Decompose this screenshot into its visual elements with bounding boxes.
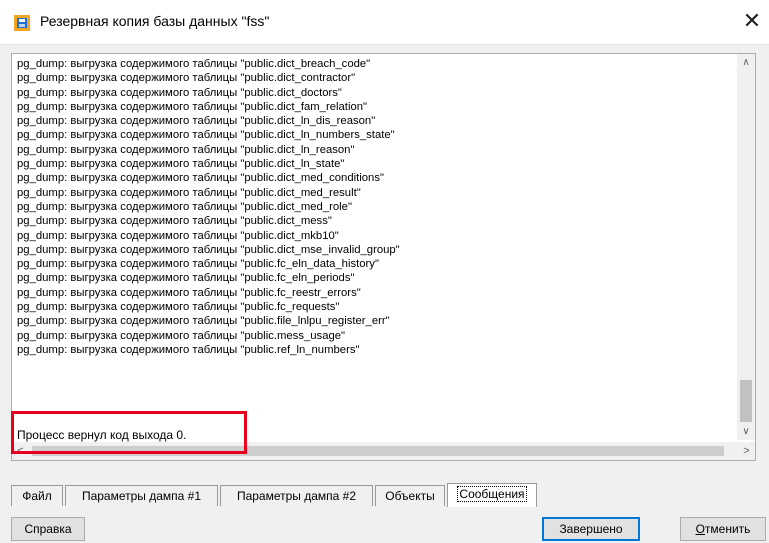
log-line: pg_dump: выгрузка содержимого таблицы "p… <box>17 186 361 199</box>
done-button[interactable]: Завершено <box>542 517 640 541</box>
database-backup-icon <box>14 15 30 31</box>
scroll-down-icon[interactable]: ∨ <box>737 423 755 440</box>
tab-label: Параметры дампа #1 <box>81 489 202 503</box>
log-lines: pg_dump: выгрузка содержимого таблицы "p… <box>17 57 735 357</box>
log-line: pg_dump: выгрузка содержимого таблицы "p… <box>17 301 340 314</box>
cancel-button-label: тменить <box>704 522 751 536</box>
scroll-up-icon[interactable]: ∧ <box>737 54 755 71</box>
log-line: pg_dump: выгрузка содержимого таблицы "p… <box>17 329 346 342</box>
log-line: pg_dump: выгрузка содержимого таблицы "p… <box>17 172 384 185</box>
tab-label: Объекты <box>385 489 435 503</box>
log-line: pg_dump: выгрузка содержимого таблицы "p… <box>17 215 332 228</box>
log-line: pg_dump: выгрузка содержимого таблицы "p… <box>17 58 371 70</box>
log-line: pg_dump: выгрузка содержимого таблицы "p… <box>17 72 356 85</box>
log-line: pg_dump: выгрузка содержимого таблицы "p… <box>17 229 339 242</box>
help-button-label: Справка <box>24 522 72 536</box>
cancel-mnemonic: О <box>695 522 705 536</box>
log-line: pg_dump: выгрузка содержимого таблицы "p… <box>17 158 345 171</box>
log-line: pg_dump: выгрузка содержимого таблицы "p… <box>17 243 400 256</box>
vertical-scrollbar[interactable]: ∧ ∨ <box>737 54 755 440</box>
tab-dump-params-1[interactable]: Параметры дампа #1 <box>65 485 218 506</box>
tab-label: Сообщения <box>457 486 527 502</box>
log-line: pg_dump: выгрузка содержимого таблицы "p… <box>17 200 352 213</box>
close-icon: ✕ <box>742 8 762 33</box>
cancel-button[interactable]: Отменить <box>680 517 766 541</box>
tab-dump-params-2[interactable]: Параметры дампа #2 <box>220 485 373 506</box>
log-line: pg_dump: выгрузка содержимого таблицы "p… <box>17 143 355 156</box>
tab-label: Файл <box>22 489 52 503</box>
close-button[interactable]: ✕ <box>735 6 769 38</box>
tab-file[interactable]: Файл <box>11 485 63 506</box>
log-line: pg_dump: выгрузка содержимого таблицы "p… <box>17 100 368 113</box>
log-line: pg_dump: выгрузка содержимого таблицы "p… <box>17 258 379 271</box>
scroll-right-icon[interactable]: > <box>738 442 755 460</box>
exit-code-highlight <box>11 411 247 454</box>
log-line: pg_dump: выгрузка содержимого таблицы "p… <box>17 129 395 142</box>
done-button-label: Завершено <box>559 522 623 536</box>
tab-messages[interactable]: Сообщения <box>447 483 537 507</box>
log-line: pg_dump: выгрузка содержимого таблицы "p… <box>17 343 360 356</box>
log-line: pg_dump: выгрузка содержимого таблицы "p… <box>17 272 355 285</box>
log-line: pg_dump: выгрузка содержимого таблицы "p… <box>17 315 390 328</box>
log-line: pg_dump: выгрузка содержимого таблицы "p… <box>17 86 342 99</box>
vertical-scroll-thumb[interactable] <box>740 380 752 422</box>
log-line: pg_dump: выгрузка содержимого таблицы "p… <box>17 115 376 128</box>
log-line: pg_dump: выгрузка содержимого таблицы "p… <box>17 286 361 299</box>
tab-label: Параметры дампа #2 <box>236 489 357 503</box>
tab-objects[interactable]: Объекты <box>375 485 445 506</box>
messages-log[interactable]: pg_dump: выгрузка содержимого таблицы "p… <box>11 53 756 461</box>
title-bar: Резервная копия базы данных "fss" ✕ <box>0 0 769 45</box>
help-button[interactable]: Справка <box>11 517 85 541</box>
window-title: Резервная копия базы данных "fss" <box>40 13 270 29</box>
